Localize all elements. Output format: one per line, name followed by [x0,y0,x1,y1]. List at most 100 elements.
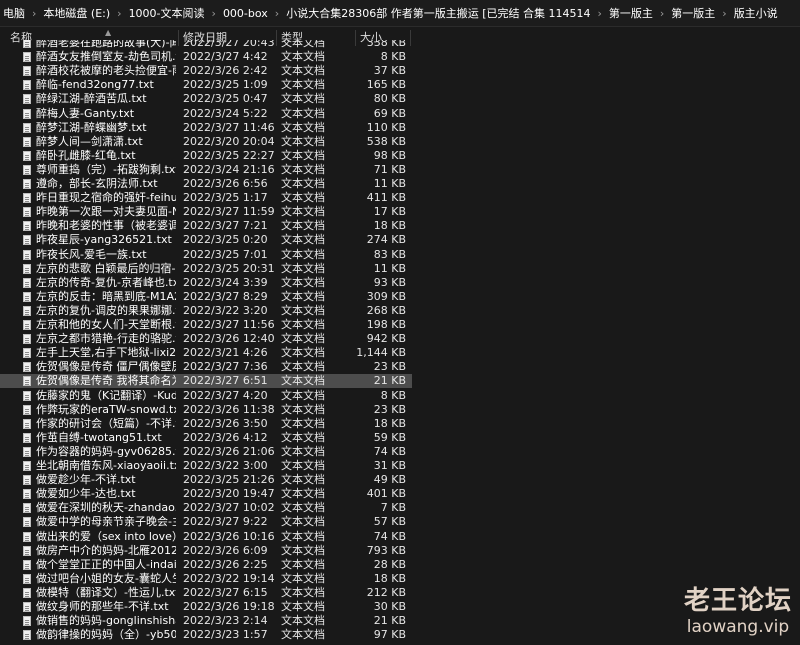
file-modified-date: 2022/3/24 3:39 [183,275,268,289]
chevron-right-icon[interactable]: › [593,7,605,20]
breadcrumb-item-moderator-novels[interactable]: 版主小说 [731,5,781,21]
file-row[interactable]: 醉酒女友推倒室友-劫色司机.txt 2022/3/27 4:42 文本文档 8 KB [0,50,412,64]
file-row[interactable]: 左京和他的女人们-天堂断根.txt 2022/3/27 11:56 文本文档 198 … [0,318,412,332]
file-size: 793 KB [366,543,406,557]
text-file-icon [23,390,31,401]
file-type: 文本文档 [281,543,325,557]
file-row[interactable]: 做韵律操的妈妈（全）-yb5026… 2022/3/23 1:57 文本文档 97 K… [0,628,412,642]
file-list: 醉酒老婆在跑路的故事(大)-闻德… 2022/3/27 20:43 文本文档 338 … [0,40,800,645]
file-name: 醉梦人间—剑潇潇.txt [36,134,143,148]
text-file-icon [23,376,31,387]
file-row[interactable]: 左京的反击：暗黑到底-M1A2.txt 2022/3/27 8:29 文本文档 309… [0,290,412,304]
file-name: 左京的悲歌 白颖最后的归宿-我… [36,261,176,275]
breadcrumb-item-drive-e[interactable]: 本地磁盘 (E:) [40,5,113,21]
file-size: 23 KB [373,402,406,416]
file-modified-date: 2022/3/27 6:15 [183,585,268,599]
breadcrumb-item-text-reading[interactable]: 1000-文本阅读 [126,5,208,21]
file-row[interactable]: 昨日重现之宿命的强奸-feihu12… 2022/3/25 1:17 文本文档 411… [0,191,412,205]
file-type: 文本文档 [281,261,325,275]
file-size: 338 KB [366,40,406,49]
file-size: 110 KB [366,120,406,134]
text-file-icon [23,136,31,147]
file-name: 做纹身师的那些年-不详.txt [36,600,169,613]
file-type: 文本文档 [281,318,325,331]
file-row[interactable]: 作为容器的妈妈-gyv06285.txt 2022/3/26 21:06 文本文档 7… [0,445,412,459]
file-row[interactable]: 做过吧台小姐的女友-囊蛇人生.txt 2022/3/22 19:14 文本文档 18 … [0,572,412,586]
chevron-right-icon[interactable]: › [271,7,283,20]
chevron-right-icon[interactable]: › [718,7,730,20]
breadcrumb-item-moderator-1[interactable]: 第一版主 [606,5,656,21]
file-row[interactable]: 做爱中学的母亲节亲子晚会-主… 2022/3/27 9:22 文本文档 57 KB [0,515,412,529]
file-type: 文本文档 [281,388,325,402]
file-name: 佐贺偶像是传奇 我将其命名为-… [36,374,176,388]
file-row[interactable]: 做爱趁少年-不详.txt 2022/3/25 21:26 文本文档 49 KB [0,473,412,487]
file-row[interactable]: 做销售的妈妈-gonglinshishabi… 2022/3/23 2:14 文本文… [0,614,412,628]
file-row[interactable]: 醉卧孔雌膝-红龟.txt 2022/3/25 22:27 文本文档 98 KB [0,149,412,163]
file-row[interactable]: 昨晚第一次跟一对夫妻见面-Ncs… 2022/3/27 11:59 文本文档 17 K… [0,205,412,219]
file-row[interactable]: 佐贺偶像是传奇 僵尸偶像壁尻店… 2022/3/27 7:36 文本文档 23 KB [0,360,412,374]
file-row[interactable]: 作家的研讨会（短篇）-不详.txt 2022/3/26 3:50 文本文档 18 KB [0,417,412,431]
file-modified-date: 2022/3/27 4:42 [183,50,268,64]
file-row[interactable]: 左手上天堂,右手下地狱-lixi200… 2022/3/21 4:26 文本文档 1,… [0,346,412,360]
file-modified-date: 2022/3/27 11:59 [183,205,275,219]
text-file-icon [23,150,31,161]
address-breadcrumb[interactable]: 电脑 › 本地磁盘 (E:) › 1000-文本阅读 › 000-box › 小… [0,0,800,27]
file-row[interactable]: 醉梦江湖-醉蝶幽梦.txt 2022/3/27 11:46 文本文档 110 KB [0,121,412,135]
file-size: 21 KB [373,614,406,628]
text-file-icon [23,531,31,542]
file-row[interactable]: 遵命，部长-玄阴法师.txt 2022/3/26 6:56 文本文档 11 KB [0,177,412,191]
file-row[interactable]: 醉酒老婆在跑路的故事(大)-闻德… 2022/3/27 20:43 文本文档 338 … [0,40,412,50]
text-file-icon [23,305,31,316]
file-row[interactable]: 做个堂堂正正的中国人-indaino… 2022/3/26 2:25 文本文档 28 … [0,558,412,572]
file-modified-date: 2022/3/25 1:09 [183,78,268,92]
file-row[interactable]: 坐北朝南借东风-xiaoyaoii.txt 2022/3/22 3:00 文本文档 3… [0,459,412,473]
file-row[interactable]: 佐藤家的鬼（K记翻译）-Kudo1… 2022/3/27 4:20 文本文档 8 KB [0,389,412,403]
file-row[interactable]: 左京的复仇-调皮的果果娜娜.txt 2022/3/22 3:20 文本文档 268 K… [0,304,412,318]
chevron-right-icon[interactable]: › [656,7,668,20]
file-row[interactable]: 昨夜星辰-yang326521.txt 2022/3/25 0:20 文本文档 274… [0,233,412,247]
file-row[interactable]: 佐贺偶像是传奇 我将其命名为-… 2022/3/27 6:51 文本文档 21 KB [0,374,412,389]
file-size: 49 KB [373,473,406,487]
file-row[interactable]: 昨晚和老婆的性事（被老婆调戏… 2022/3/27 7:21 文本文档 18 KB [0,219,412,233]
file-row[interactable]: 醉梅人妻-Ganty.txt 2022/3/24 5:22 文本文档 69 KB [0,107,412,121]
text-file-icon [23,573,31,584]
file-row[interactable]: 醉临-fend32ong77.txt 2022/3/25 1:09 文本文档 165 … [0,78,412,92]
file-row[interactable]: 做爱如少年-达也.txt 2022/3/20 19:47 文本文档 401 KB [0,487,412,501]
chevron-right-icon[interactable]: › [28,7,40,20]
file-row[interactable]: 醉绿江湖-醉酒苦瓜.txt 2022/3/25 0:47 文本文档 80 KB [0,92,412,106]
file-modified-date: 2022/3/27 6:51 [183,374,268,388]
chevron-right-icon[interactable]: › [113,7,125,20]
file-row[interactable]: 作茧自缚-twotang51.txt 2022/3/26 4:12 文本文档 59 K… [0,431,412,445]
file-type: 文本文档 [281,600,325,613]
file-row[interactable]: 做房产中介的妈妈-北雁2012.txt 2022/3/26 6:09 文本文档 793… [0,544,412,558]
text-file-icon [23,475,31,486]
file-row[interactable]: 做纹身师的那些年-不详.txt 2022/3/26 19:18 文本文档 30 KB [0,600,412,614]
chevron-right-icon[interactable]: › [208,7,220,20]
file-row[interactable]: 左京之都市猎艳-行走的骆驼.txt 2022/3/26 12:40 文本文档 942 … [0,332,412,346]
breadcrumb-item-box[interactable]: 000-box [220,7,271,20]
file-size: 165 KB [366,78,406,92]
text-file-icon [23,348,31,359]
file-name: 做爱在深圳的秋天-zhandao.txt [36,501,176,515]
text-file-icon [23,503,31,514]
file-row[interactable]: 昨夜长风-爱毛一族.txt 2022/3/25 7:01 文本文档 83 KB [0,248,412,262]
breadcrumb-item-collection[interactable]: 小说大合集28306部 作者第一版主搬运 [已完结 合集 114514 [283,5,593,21]
file-row[interactable]: 醉梦人间—剑潇潇.txt 2022/3/20 20:04 文本文档 538 KB [0,135,412,149]
file-row[interactable]: 尊师重捣（完）-拓跋狗剩.txt 2022/3/24 21:16 文本文档 71 KB [0,163,412,177]
file-row[interactable]: 左京的悲歌 白颖最后的归宿-我… 2022/3/25 20:31 文本文档 11 KB [0,262,412,276]
file-type: 文本文档 [281,40,325,49]
file-name: 尊师重捣（完）-拓跋狗剩.txt [36,162,176,176]
breadcrumb-item-moderator-2[interactable]: 第一版主 [668,5,718,21]
text-file-icon [23,263,31,274]
file-type: 文本文档 [281,374,325,388]
file-row[interactable]: 醉酒校花被摩的老头捡便宜-雨… 2022/3/26 2:42 文本文档 37 KB [0,64,412,78]
file-size: 18 KB [373,571,406,585]
file-name: 昨夜星辰-yang326521.txt [36,233,172,247]
file-row[interactable]: 左京的传奇-复仇-京者峰也.txt 2022/3/24 3:39 文本文档 93 KB [0,276,412,290]
file-row[interactable]: 做出来的爱（sex into love）-S… 2022/3/26 10:16 文本… [0,530,412,544]
file-row[interactable]: 做模特（翻译文）-性运儿.txt 2022/3/27 6:15 文本文档 212 KB [0,586,412,600]
text-file-icon [23,179,31,189]
file-row[interactable]: 做爱在深圳的秋天-zhandao.txt 2022/3/27 10:02 文本文档 7… [0,501,412,515]
file-row[interactable]: 作弊玩家的eraTW-snowd.txt 2022/3/26 11:38 文本文档 2… [0,403,412,417]
breadcrumb-item-computer[interactable]: 电脑 [0,5,28,21]
